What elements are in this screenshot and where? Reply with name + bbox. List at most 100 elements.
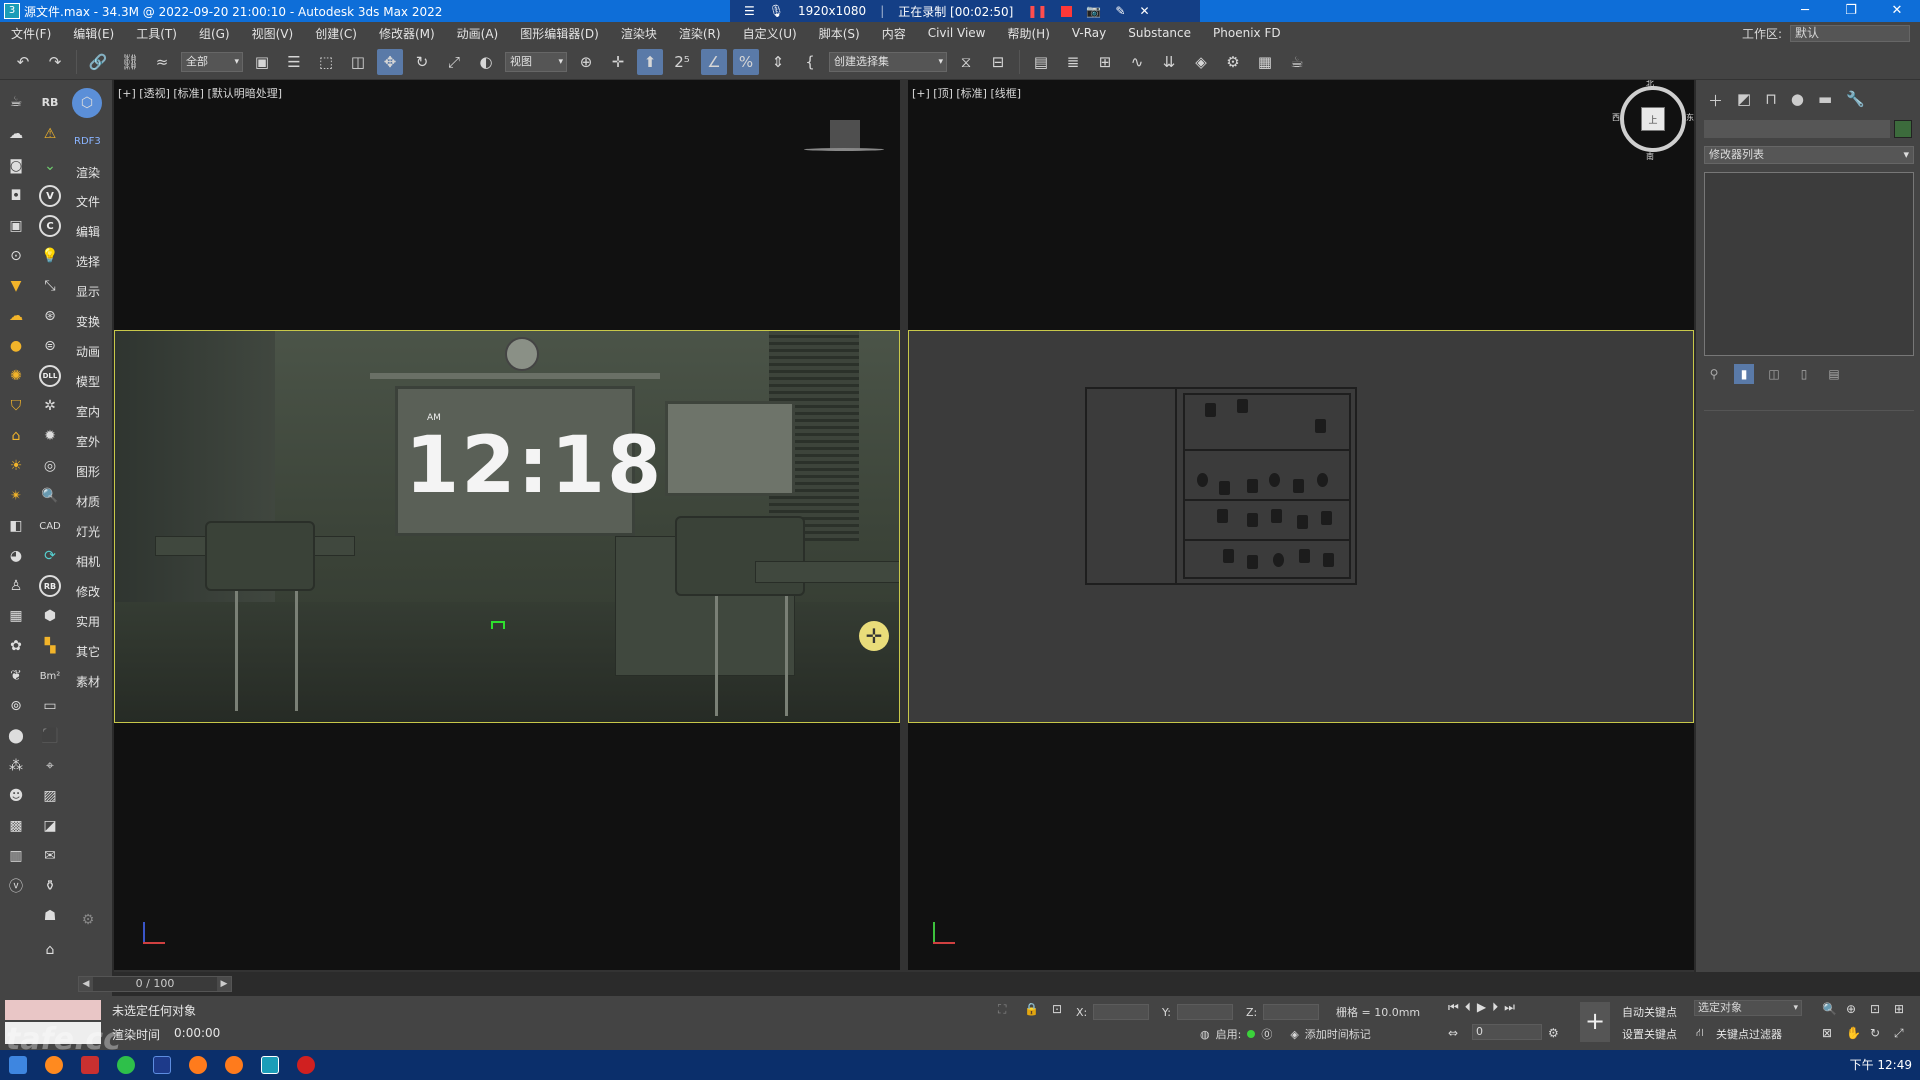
scene-explorer-icon[interactable]: ▤	[1028, 49, 1054, 75]
category-assets[interactable]: 素材	[76, 673, 100, 690]
category-other[interactable]: 其它	[76, 643, 100, 660]
category-utility[interactable]: 实用	[76, 613, 100, 630]
current-frame-field[interactable]: 0	[1472, 1024, 1542, 1040]
category-modify[interactable]: 修改	[76, 583, 100, 600]
set-key-button[interactable]: 设置关键点	[1622, 1026, 1677, 1042]
menu-content[interactable]: 内容	[871, 25, 917, 42]
tool-icon-1[interactable]: ◙	[4, 154, 28, 178]
browser-icon[interactable]	[189, 1056, 207, 1074]
selected-objects-dropdown[interactable]: 选定对象	[1694, 1000, 1802, 1016]
modifier-stack[interactable]	[1704, 172, 1914, 356]
tool-icon-11[interactable]: ▦	[4, 604, 28, 628]
category-interior[interactable]: 室内	[76, 403, 100, 420]
tool-icon-10[interactable]: ⌂	[4, 424, 28, 448]
align-icon[interactable]: ⊟	[985, 49, 1011, 75]
rb-icon[interactable]: RB	[38, 90, 62, 114]
render-production-icon[interactable]: ☕	[1284, 49, 1310, 75]
key-filters-button[interactable]: 关键点过滤器	[1716, 1026, 1782, 1042]
render-icon-a[interactable]: ☁	[4, 122, 28, 146]
stop-icon[interactable]	[1061, 5, 1073, 17]
ball-icon[interactable]: ⬤	[4, 724, 28, 748]
auto-key-button[interactable]: 自动关键点	[1622, 1004, 1677, 1020]
menu-help[interactable]: 帮助(H)	[997, 25, 1061, 42]
material-search-icon[interactable]: 🔍	[38, 484, 62, 508]
go-to-end-icon[interactable]: ⏭	[1504, 1000, 1515, 1015]
place-icon[interactable]: ◐	[473, 49, 499, 75]
motion-tab-icon[interactable]: ●	[1791, 90, 1804, 111]
transform-icon[interactable]: ⊛	[38, 304, 62, 328]
pan-icon[interactable]: ✋	[1846, 1026, 1861, 1040]
building-icon[interactable]: ▥	[4, 844, 28, 868]
angle-snap-icon[interactable]: ∠	[701, 48, 727, 75]
light-burst-icon[interactable]: ✴	[4, 484, 28, 508]
animation-icon[interactable]: ⊜	[38, 334, 62, 358]
3dsmax-taskbar-icon[interactable]	[261, 1056, 279, 1074]
menu-phoenix-fd[interactable]: Phoenix FD	[1202, 26, 1292, 40]
named-selection-dropdown[interactable]: 创建选择集	[829, 51, 947, 72]
recorder-taskbar-icon[interactable]	[297, 1056, 315, 1074]
select-manipulate-icon[interactable]: ✛	[605, 49, 631, 75]
zoom-extents-all-icon[interactable]: ⊞	[1894, 1002, 1904, 1016]
interior-icon[interactable]: ✲	[38, 394, 62, 418]
rect-selection-icon[interactable]: ⬚	[313, 49, 339, 75]
select-object-icon[interactable]: ▣	[249, 49, 275, 75]
hexagon-icon[interactable]: ⬢	[38, 604, 62, 628]
display-tab-icon[interactable]: ▬	[1818, 90, 1832, 111]
warning-icon[interactable]: ⚠	[38, 122, 62, 146]
category-material[interactable]: 材质	[76, 493, 100, 510]
pause-icon[interactable]: ❚❚	[1027, 4, 1047, 18]
category-render[interactable]: 渲染	[76, 164, 100, 181]
cube-stack-icon[interactable]: ⬛	[38, 724, 62, 748]
category-transform[interactable]: 变换	[76, 313, 100, 330]
camera-icon[interactable]: 📷	[1086, 4, 1101, 18]
chevron-down-icon[interactable]: ⌄	[38, 154, 62, 178]
link-icon[interactable]: 🔗	[85, 49, 111, 75]
minimize-button[interactable]: ─	[1782, 0, 1828, 22]
render-setup-icon[interactable]: ⚙	[1220, 49, 1246, 75]
workspace-dropdown[interactable]: 默认	[1790, 24, 1910, 42]
cad-icon[interactable]: CAD	[38, 514, 62, 538]
pivot-center-icon[interactable]: ⊕	[573, 49, 599, 75]
object-color-swatch[interactable]	[1894, 120, 1912, 138]
image-icon[interactable]: ▨	[38, 784, 62, 808]
degradation-icon[interactable]: ◍	[1200, 1028, 1210, 1041]
play-icon[interactable]: ▶	[1477, 1000, 1486, 1015]
menu-create[interactable]: 创建(C)	[304, 25, 368, 42]
zoom-icon[interactable]: 🔍	[1822, 1002, 1837, 1016]
menu-graph-editors[interactable]: 图形编辑器(D)	[509, 25, 610, 42]
key-mode-icon[interactable]: ⇔	[1448, 1026, 1458, 1040]
orbit-icon[interactable]: ↻	[1870, 1026, 1880, 1040]
y-field[interactable]	[1176, 1004, 1233, 1020]
hierarchy-tab-icon[interactable]: ⊓	[1765, 90, 1777, 111]
blocks-icon[interactable]: ▚	[38, 634, 62, 658]
redo-icon[interactable]: ↷	[42, 49, 68, 75]
menu-animation[interactable]: 动画(A)	[446, 25, 510, 42]
bm-icon[interactable]: Bm²	[38, 664, 62, 688]
set-keys-button[interactable]: +	[1580, 1002, 1610, 1042]
menu-view[interactable]: 视图(V)	[241, 25, 305, 42]
unlink-icon[interactable]: ⛓	[117, 49, 143, 75]
category-animation[interactable]: 动画	[76, 343, 100, 360]
menu-vray[interactable]: V-Ray	[1061, 26, 1117, 40]
edit-named-selection-icon[interactable]: {	[797, 49, 823, 75]
tool-icon-7[interactable]: ●	[4, 334, 28, 358]
schematic-view-icon[interactable]: ⇊	[1156, 49, 1182, 75]
top-viewport-label[interactable]: [+] [顶] [标准] [线框]	[912, 85, 1021, 101]
absolute-mode-icon[interactable]: ⊡	[1052, 1002, 1062, 1016]
tool-icon-2[interactable]: ◘	[4, 184, 28, 208]
category-model[interactable]: 模型	[76, 373, 100, 390]
prev-frame-icon[interactable]: ⏴	[1465, 1000, 1471, 1015]
recorder-mic-icon[interactable]: 🎙	[769, 4, 784, 18]
dll-circle-icon[interactable]: DLL	[38, 364, 62, 388]
settings-gear-icon[interactable]: ⚙	[76, 908, 100, 932]
time-tag-icon[interactable]: ◈	[1290, 1028, 1298, 1041]
menu-scripting[interactable]: 脚本(S)	[808, 25, 871, 42]
viewcube[interactable]: 北 南 西 东 上	[1612, 80, 1694, 161]
category-camera[interactable]: 相机	[76, 553, 100, 570]
add-time-tag[interactable]: 添加时间标记	[1305, 1026, 1371, 1042]
menu-file[interactable]: 文件(F)	[0, 25, 62, 42]
configure-modifier-sets-icon[interactable]: ▤	[1824, 364, 1844, 384]
monitor-icon[interactable]: ▭	[38, 694, 62, 718]
photoshop-icon[interactable]	[153, 1056, 171, 1074]
home-icon[interactable]: ⌂	[38, 938, 62, 962]
